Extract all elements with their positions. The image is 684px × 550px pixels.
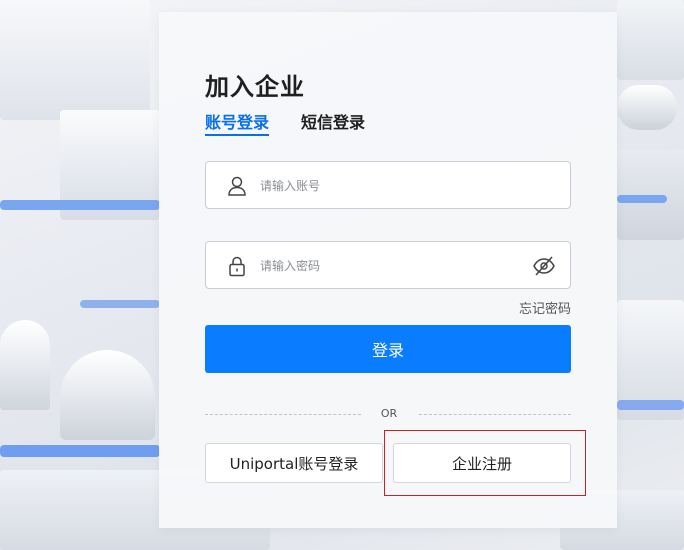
password-input[interactable]	[260, 254, 520, 278]
bg-stripe-blue-right	[617, 195, 667, 203]
bg-stripe-blue-3	[0, 445, 160, 457]
bg-building-left-top	[0, 0, 150, 120]
lock-icon	[229, 256, 245, 277]
bg-cylinder-right	[617, 85, 677, 130]
bg-stripe-blue-right-low	[617, 400, 684, 410]
bg-tank-2	[60, 350, 155, 440]
bg-stripe-blue-2	[80, 300, 160, 308]
account-input[interactable]	[260, 174, 520, 198]
enterprise-register-button[interactable]: 企业注册	[393, 443, 571, 483]
divider-left	[205, 414, 361, 415]
user-icon	[228, 176, 246, 196]
or-separator: OR	[380, 407, 398, 420]
login-button[interactable]: 登录	[205, 325, 571, 373]
bg-building-right-top	[617, 0, 684, 80]
tab-sms-login[interactable]: 短信登录	[301, 109, 365, 133]
forgot-password-link[interactable]: 忘记密码	[519, 298, 571, 317]
account-field[interactable]	[205, 161, 571, 209]
uniportal-login-button[interactable]: Uniportal账号登录	[205, 443, 383, 483]
tab-account-login[interactable]: 账号登录	[205, 109, 269, 133]
eye-off-icon[interactable]	[532, 255, 556, 277]
divider-right	[419, 414, 571, 415]
active-tab-indicator	[205, 134, 269, 136]
password-field[interactable]	[205, 241, 571, 289]
bg-stripe-blue-1	[0, 200, 160, 210]
bg-tank-1	[0, 320, 50, 410]
page-title: 加入企业	[205, 73, 305, 101]
login-card: 加入企业 账号登录 短信登录 忘记密码 登录 OR Uniportal账号登录 …	[159, 12, 617, 528]
